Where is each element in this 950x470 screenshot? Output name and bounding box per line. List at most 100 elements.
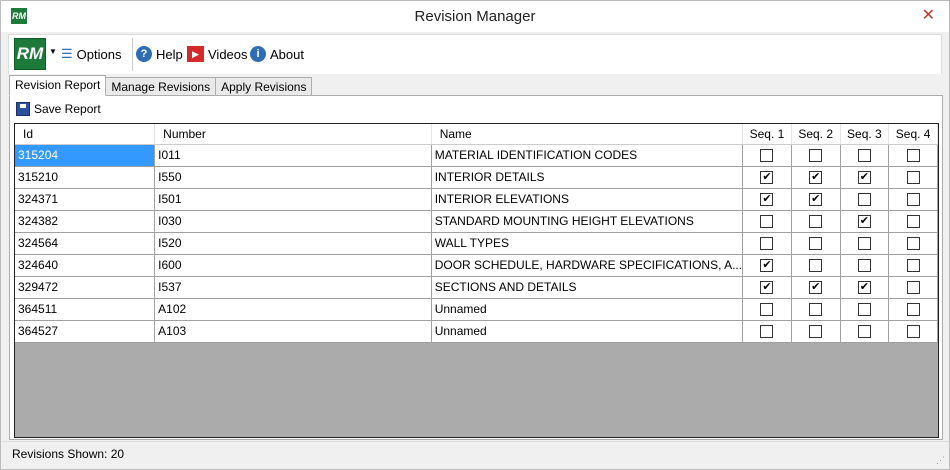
- seq-checkbox[interactable]: [809, 325, 823, 339]
- cell-name[interactable]: STANDARD MOUNTING HEIGHT ELEVATIONS: [431, 210, 744, 233]
- cell-name[interactable]: Unnamed: [431, 320, 744, 343]
- seq-checkbox[interactable]: [857, 325, 871, 339]
- seq-checkbox[interactable]: [906, 237, 920, 251]
- cell-seq-2: [791, 232, 841, 255]
- seq-checkbox[interactable]: [760, 215, 774, 229]
- cell-id[interactable]: 364527: [15, 320, 156, 343]
- cell-number[interactable]: I030: [154, 210, 432, 233]
- seq-checkbox[interactable]: [857, 149, 871, 163]
- tab-revision-report[interactable]: Revision Report: [9, 75, 107, 96]
- cell-name[interactable]: MATERIAL IDENTIFICATION CODES: [431, 144, 744, 167]
- column-header[interactable]: Seq. 1: [742, 124, 792, 145]
- table-row[interactable]: 324564 I520 WALL TYPES: [15, 232, 938, 255]
- cell-id[interactable]: 315210: [15, 166, 156, 189]
- seq-checkbox[interactable]: ✔: [809, 171, 823, 185]
- about-button[interactable]: i About: [250, 46, 304, 62]
- seq-checkbox[interactable]: [906, 193, 920, 207]
- cell-number[interactable]: A103: [154, 320, 432, 343]
- seq-checkbox[interactable]: [809, 215, 823, 229]
- seq-checkbox[interactable]: [906, 259, 920, 273]
- cell-name[interactable]: INTERIOR DETAILS: [431, 166, 744, 189]
- help-button[interactable]: ? Help: [136, 46, 183, 62]
- seq-checkbox[interactable]: [809, 259, 823, 273]
- tab-apply-revisions[interactable]: Apply Revisions: [215, 77, 313, 96]
- cell-id[interactable]: 324382: [15, 210, 156, 233]
- window-title: Revision Manager: [414, 8, 536, 25]
- table-row[interactable]: 324382 I030 STANDARD MOUNTING HEIGHT ELEVA…: [15, 210, 938, 233]
- resize-grip-icon[interactable]: ⋰: [936, 455, 945, 466]
- cell-name[interactable]: INTERIOR ELEVATIONS: [431, 188, 744, 211]
- seq-checkbox[interactable]: [906, 281, 920, 295]
- table-row[interactable]: 315210 I550 INTERIOR DETAILS ✔ ✔ ✔: [15, 166, 938, 189]
- seq-checkbox[interactable]: [857, 259, 871, 273]
- seq-checkbox[interactable]: [809, 237, 823, 251]
- seq-checkbox[interactable]: ✔: [857, 215, 871, 229]
- title-bar: RM Revision Manager ✕: [1, 1, 949, 32]
- seq-checkbox[interactable]: [857, 303, 871, 317]
- table-row[interactable]: 315204 I011 MATERIAL IDENTIFICATION CODES: [15, 144, 938, 167]
- close-button[interactable]: ✕: [922, 5, 935, 25]
- cell-number[interactable]: I600: [154, 254, 432, 277]
- column-header[interactable]: Seq. 2: [791, 124, 841, 145]
- cell-seq-2: [791, 298, 841, 321]
- seq-checkbox[interactable]: [760, 325, 774, 339]
- cell-id[interactable]: 315204: [15, 144, 156, 167]
- table-row[interactable]: 329472 I537 SECTIONS AND DETAILS ✔ ✔ ✔: [15, 276, 938, 299]
- seq-checkbox[interactable]: [906, 325, 920, 339]
- videos-button[interactable]: ▶ Videos: [187, 46, 248, 62]
- seq-checkbox[interactable]: ✔: [809, 281, 823, 295]
- column-header[interactable]: Name: [431, 124, 744, 145]
- cell-seq-1: ✔: [742, 254, 792, 277]
- cell-number[interactable]: I501: [154, 188, 432, 211]
- seq-checkbox[interactable]: [906, 215, 920, 229]
- cell-number[interactable]: I011: [154, 144, 432, 167]
- seq-checkbox[interactable]: [760, 303, 774, 317]
- column-header[interactable]: Id: [15, 124, 156, 145]
- seq-checkbox[interactable]: ✔: [760, 259, 774, 273]
- seq-checkbox[interactable]: [809, 149, 823, 163]
- seq-checkbox[interactable]: [906, 171, 920, 185]
- seq-checkbox[interactable]: ✔: [760, 171, 774, 185]
- column-header[interactable]: Seq. 4: [888, 124, 938, 145]
- seq-checkbox[interactable]: ✔: [760, 193, 774, 207]
- revision-grid[interactable]: Id Number Name Seq. 1 Seq. 2 Seq. 3 Seq. 4 315…: [14, 123, 939, 438]
- cell-number[interactable]: I537: [154, 276, 432, 299]
- tab-manage-revisions[interactable]: Manage Revisions: [105, 77, 217, 96]
- cell-name[interactable]: DOOR SCHEDULE, HARDWARE SPECIFICATIONS, …: [431, 254, 744, 277]
- cell-name[interactable]: SECTIONS AND DETAILS: [431, 276, 744, 299]
- cell-seq-3: [840, 144, 890, 167]
- table-row[interactable]: 324371 I501 INTERIOR ELEVATIONS ✔ ✔: [15, 188, 938, 211]
- cell-id[interactable]: 329472: [15, 276, 156, 299]
- seq-checkbox[interactable]: [857, 237, 871, 251]
- cell-id[interactable]: 364511: [15, 298, 156, 321]
- table-row[interactable]: 364527 A103 Unnamed: [15, 320, 938, 343]
- table-row[interactable]: 324640 I600 DOOR SCHEDULE, HARDWARE SPECIF…: [15, 254, 938, 277]
- cell-id[interactable]: 324564: [15, 232, 156, 255]
- column-header[interactable]: Number: [154, 124, 432, 145]
- save-report-button[interactable]: Save Report: [16, 102, 101, 116]
- seq-checkbox[interactable]: [760, 149, 774, 163]
- cell-name[interactable]: WALL TYPES: [431, 232, 744, 255]
- cell-name[interactable]: Unnamed: [431, 298, 744, 321]
- seq-checkbox[interactable]: [760, 237, 774, 251]
- cell-id[interactable]: 324640: [15, 254, 156, 277]
- cell-number[interactable]: I520: [154, 232, 432, 255]
- seq-checkbox[interactable]: ✔: [760, 281, 774, 295]
- seq-checkbox[interactable]: ✔: [857, 281, 871, 295]
- chevron-down-icon[interactable]: ▼: [49, 47, 57, 56]
- seq-checkbox[interactable]: [906, 149, 920, 163]
- seq-checkbox[interactable]: ✔: [809, 193, 823, 207]
- seq-checkbox[interactable]: [857, 193, 871, 207]
- seq-checkbox[interactable]: [809, 303, 823, 317]
- rm-menu-button[interactable]: RM: [14, 38, 46, 70]
- help-label: Help: [156, 46, 183, 62]
- options-button[interactable]: ☰ Options: [61, 46, 121, 62]
- cell-id[interactable]: 324371: [15, 188, 156, 211]
- seq-checkbox[interactable]: ✔: [857, 171, 871, 185]
- cell-number[interactable]: A102: [154, 298, 432, 321]
- column-header[interactable]: Seq. 3: [840, 124, 890, 145]
- cell-number[interactable]: I550: [154, 166, 432, 189]
- table-row[interactable]: 364511 A102 Unnamed: [15, 298, 938, 321]
- cell-seq-3: ✔: [840, 210, 890, 233]
- seq-checkbox[interactable]: [906, 303, 920, 317]
